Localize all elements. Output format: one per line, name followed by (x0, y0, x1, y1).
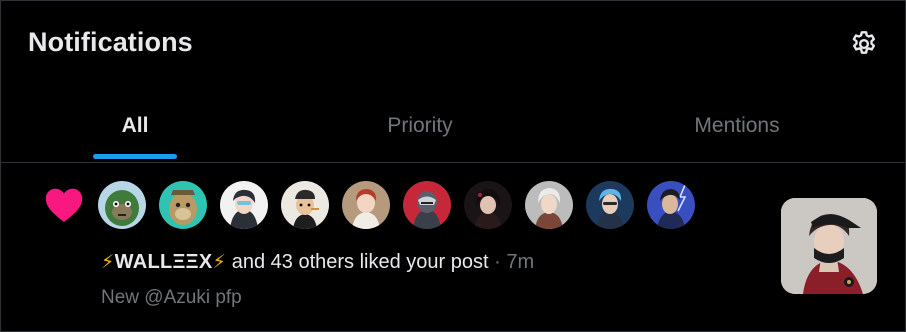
avatar[interactable] (586, 181, 634, 229)
timestamp[interactable]: 7m (506, 251, 534, 273)
page-title: Notifications (28, 27, 193, 57)
avatar[interactable] (98, 181, 146, 229)
lightning-icon: ⚡ (101, 252, 115, 273)
tab-mentions-label: Mentions (694, 113, 780, 137)
notifications-panel: Notifications All Priority Mentions ⚡WAL… (0, 0, 906, 332)
avatar[interactable] (464, 181, 512, 229)
avatar[interactable] (403, 181, 451, 229)
notification-text: ⚡WALLΞΞX⚡ and 43 others liked your post … (101, 251, 534, 274)
action-text: and 43 others liked your post (226, 251, 489, 273)
user-name-link[interactable]: ⚡WALLΞΞX⚡ (101, 251, 226, 273)
tab-priority[interactable]: Priority (285, 89, 555, 162)
tab-mentions[interactable]: Mentions (601, 89, 873, 162)
tab-all[interactable]: All (1, 89, 269, 162)
tab-bar: All Priority Mentions (1, 89, 906, 163)
header: Notifications (1, 1, 906, 89)
avatar[interactable] (647, 181, 695, 229)
user-name: WALLΞΞX (114, 251, 213, 273)
active-tab-indicator (93, 154, 177, 159)
post-preview-text: New @Azuki pfp (101, 287, 242, 308)
tab-priority-label: Priority (387, 113, 453, 137)
avatar[interactable] (159, 181, 207, 229)
gear-icon[interactable] (849, 29, 879, 59)
tab-all-label: All (121, 113, 149, 137)
lightning-icon: ⚡ (212, 252, 227, 273)
avatar[interactable] (525, 181, 573, 229)
avatar[interactable] (281, 181, 329, 229)
avatar[interactable] (342, 181, 390, 229)
avatar[interactable] (220, 181, 268, 229)
separator-dot: · (488, 251, 507, 273)
post-thumbnail[interactable] (781, 198, 877, 294)
heart-icon (43, 184, 85, 224)
